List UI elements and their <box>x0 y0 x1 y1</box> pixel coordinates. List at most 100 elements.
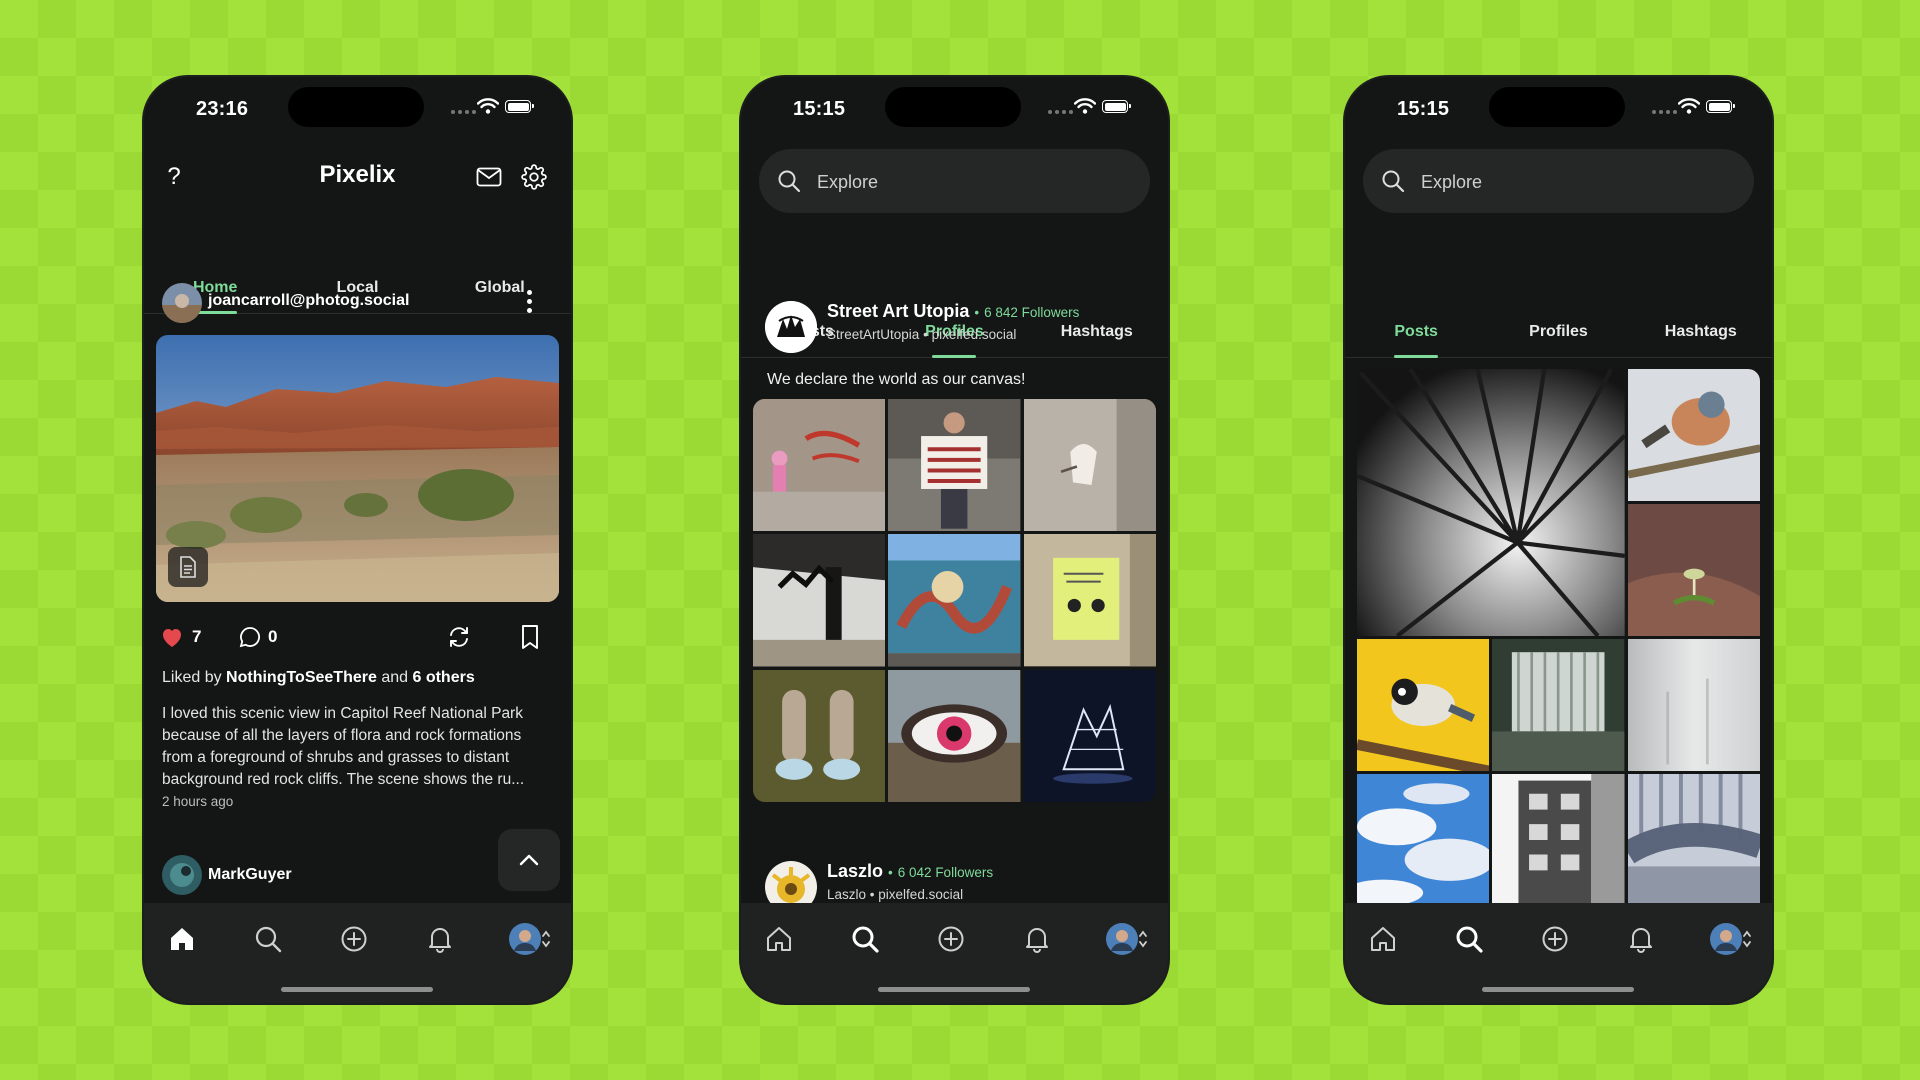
grid-photo[interactable] <box>753 534 886 667</box>
battery-icon <box>1102 100 1131 113</box>
caption-line: because of all the layers of flora and r… <box>162 727 522 744</box>
grid-photo[interactable] <box>1023 399 1156 532</box>
post-caption[interactable]: I loved this scenic view in Capitol Reef… <box>162 703 557 791</box>
separator: • <box>869 887 875 902</box>
profile-handle: Laszlo • pixelfed.social <box>827 887 963 902</box>
separator: • <box>888 865 893 880</box>
profile-followers: 6 842 Followers <box>984 305 1080 320</box>
nav-account-switcher[interactable] <box>1701 921 1761 957</box>
home-icon <box>1371 927 1395 951</box>
grid-photo[interactable] <box>1492 639 1625 771</box>
bell-icon <box>1026 928 1048 953</box>
app-title: Pixelix <box>319 161 396 188</box>
nav-compose[interactable] <box>1537 921 1573 957</box>
nav-home[interactable] <box>761 921 797 957</box>
post-author[interactable]: joancarroll@photog.social <box>208 292 409 310</box>
caption-line: I loved this scenic view in Capitol Reef… <box>162 705 523 722</box>
profile-handle: StreetArtUtopia • pixelfed.social <box>827 327 1016 342</box>
grid-photo[interactable] <box>1627 774 1760 906</box>
home-indicator <box>281 987 433 992</box>
nav-compose[interactable] <box>336 921 372 957</box>
home-icon <box>767 927 791 951</box>
explore-search-bar <box>759 149 1150 215</box>
status-time: 15:15 <box>793 98 846 120</box>
grid-photo[interactable] <box>888 534 1021 667</box>
phone-explore-profiles: 15:15 Posts Profiles Hashtags Street Art… <box>741 77 1168 1003</box>
nav-notifications[interactable] <box>1019 921 1055 957</box>
document-icon <box>180 556 196 578</box>
grid-photo[interactable] <box>888 669 1021 802</box>
gear-icon <box>521 164 547 190</box>
grid-photo[interactable] <box>1357 369 1625 636</box>
grid-photo[interactable] <box>753 399 886 532</box>
status-bar: 15:15 <box>1345 77 1772 137</box>
search-icon <box>255 926 282 953</box>
profile-title[interactable]: Street Art Utopia • 6 842 Followers <box>827 301 1079 322</box>
liked-by-user[interactable]: NothingToSeeThere <box>226 669 377 686</box>
tab-hashtags[interactable]: Hashtags <box>1630 305 1772 357</box>
explore-tabs: Posts Profiles Hashtags <box>1345 305 1772 358</box>
comment-icon[interactable] <box>238 625 262 649</box>
grid-photo[interactable] <box>1023 534 1156 667</box>
profile-username: Laszlo <box>827 887 867 902</box>
nav-search[interactable] <box>1451 921 1487 957</box>
nav-search[interactable] <box>847 921 883 957</box>
home-indicator <box>1482 987 1634 992</box>
liked-by-others[interactable]: 6 others <box>412 669 474 686</box>
alt-text-button[interactable] <box>168 547 208 587</box>
nav-account-switcher[interactable] <box>1097 921 1157 957</box>
status-bar: 23:16 <box>144 77 571 137</box>
bookmark-icon[interactable] <box>520 624 540 650</box>
grid-photo[interactable] <box>753 669 886 802</box>
add-circle-icon <box>1542 926 1568 952</box>
signal-icon <box>451 110 476 114</box>
next-post-author[interactable]: MarkGuyer <box>208 866 292 884</box>
add-circle-icon <box>341 926 367 952</box>
tab-profiles[interactable]: Profiles <box>1487 305 1629 357</box>
scroll-to-top-button[interactable] <box>498 829 560 891</box>
nav-home[interactable] <box>164 921 200 957</box>
nav-search[interactable] <box>250 921 286 957</box>
comment-count: 0 <box>268 627 278 646</box>
next-author-avatar[interactable] <box>162 855 202 895</box>
grid-photo[interactable] <box>1357 639 1490 771</box>
grid-photo[interactable] <box>1492 774 1625 906</box>
nav-home[interactable] <box>1365 921 1401 957</box>
profile-avatar[interactable] <box>765 301 817 353</box>
author-avatar[interactable] <box>162 283 202 323</box>
profile-bio: We declare the world as our canvas! <box>767 371 1026 388</box>
grid-photo[interactable] <box>1357 774 1490 906</box>
explore-search-input[interactable] <box>815 149 1139 215</box>
grid-photo[interactable] <box>1627 369 1760 501</box>
nav-compose[interactable] <box>933 921 969 957</box>
tab-global[interactable]: Global <box>429 261 571 313</box>
status-time: 23:16 <box>196 98 249 120</box>
settings-button[interactable] <box>516 159 552 195</box>
profile-instance: pixelfed.social <box>931 327 1017 342</box>
chevron-updown-icon <box>1743 930 1751 948</box>
nav-account-switcher[interactable] <box>500 921 560 957</box>
boost-icon[interactable] <box>446 625 472 649</box>
wifi-icon <box>477 98 499 114</box>
grid-photo[interactable] <box>1023 669 1156 802</box>
tab-posts[interactable]: Posts <box>1345 305 1487 358</box>
nav-notifications[interactable] <box>1623 921 1659 957</box>
signal-icon <box>1652 110 1677 114</box>
post-more-button[interactable] <box>527 290 532 313</box>
explore-search-input[interactable] <box>1419 149 1743 215</box>
messages-button[interactable] <box>472 161 506 193</box>
heart-icon[interactable] <box>160 626 184 648</box>
grid-photo[interactable] <box>1627 504 1760 636</box>
nav-notifications[interactable] <box>422 921 458 957</box>
more-vertical-icon <box>527 290 532 295</box>
chevron-updown-icon <box>1139 930 1147 948</box>
search-icon <box>1456 926 1483 953</box>
caption-line: background red rock cliffs. The scene sh… <box>162 771 525 788</box>
dynamic-island <box>885 87 1021 127</box>
grid-photo[interactable] <box>888 399 1021 532</box>
post-image[interactable] <box>156 335 559 602</box>
profile-title[interactable]: Laszlo • 6 042 Followers <box>827 861 993 882</box>
mail-icon <box>476 167 502 187</box>
grid-photo[interactable] <box>1627 639 1760 771</box>
battery-icon <box>505 100 534 113</box>
